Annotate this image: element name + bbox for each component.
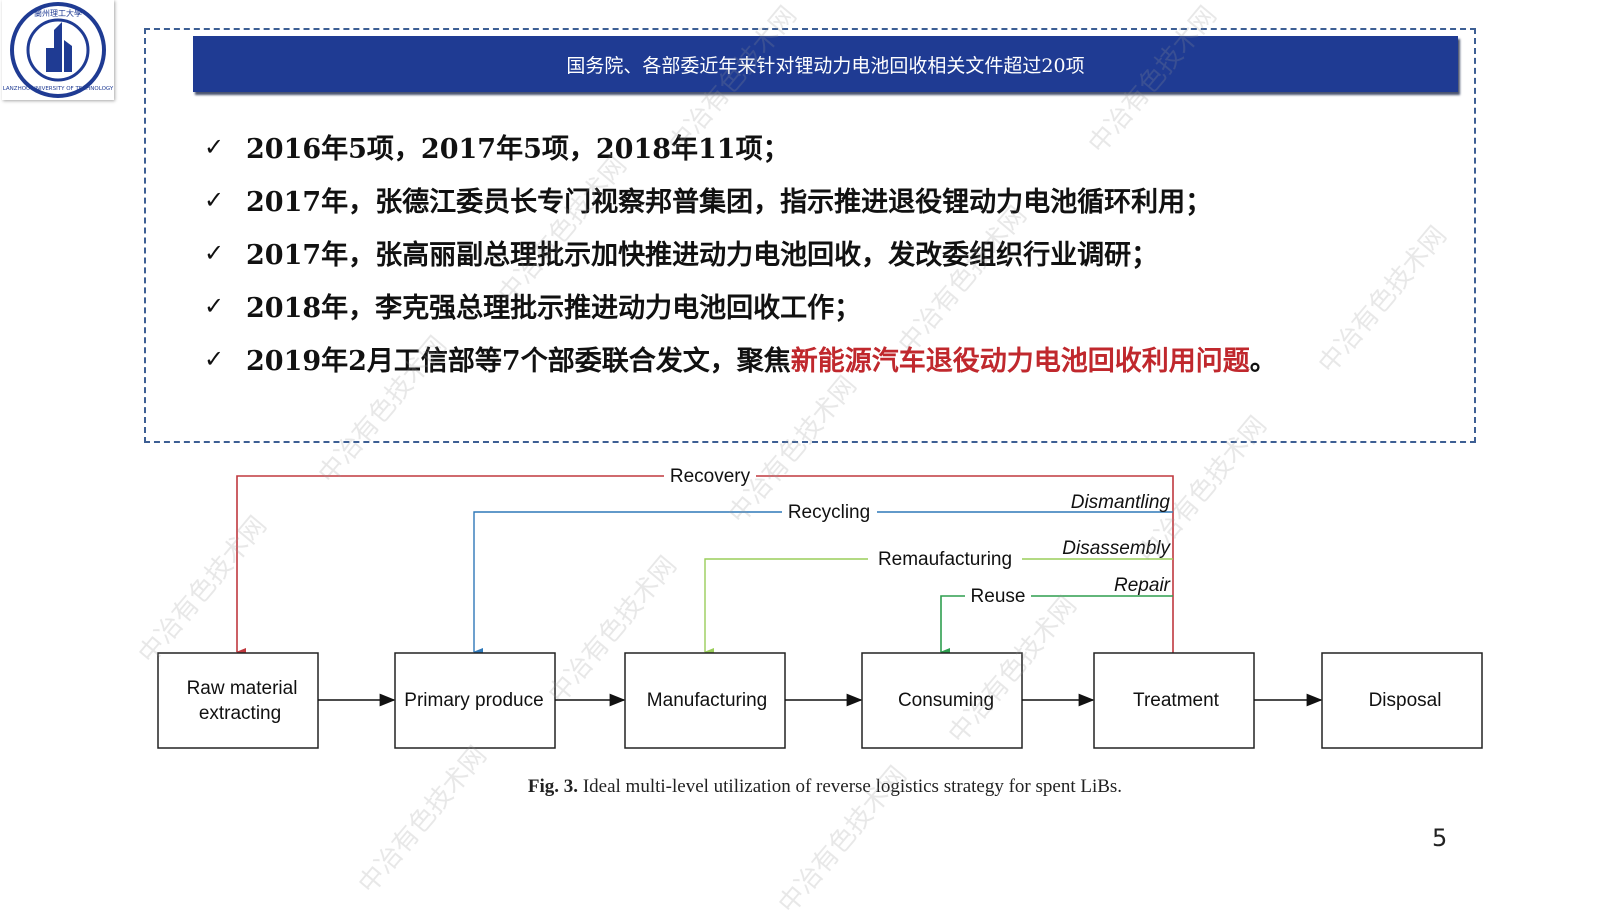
box-primary-produce: Primary produce: [394, 652, 556, 749]
svg-text:LANZHOU UNIVERSITY OF TECHNOLO: LANZHOU UNIVERSITY OF TECHNOLOGY: [3, 86, 114, 92]
figure-caption: Fig. 3. Ideal multi-level utilization of…: [0, 776, 1600, 798]
svg-text:蘭州理工大學: 蘭州理工大學: [34, 8, 82, 18]
bullet-text: 2016年5项，2017年5项，2018年11项；: [246, 134, 790, 165]
box-treatment: Treatment: [1093, 652, 1255, 749]
bullet-item: ✓ 2018年，李克强总理批示推进动力电池回收工作；: [204, 279, 1277, 332]
box-label: Consuming: [898, 690, 994, 711]
section-banner: 国务院、各部委近年来针对锂动力电池回收相关文件超过20项: [193, 36, 1458, 92]
dismantling-label: Dismantling: [1071, 492, 1171, 513]
box-label: Manufacturing: [647, 690, 767, 711]
box-label: extracting: [199, 703, 281, 724]
university-logo: 蘭州理工大學 LANZHOU UNIVERSITY OF TECHNOLOGY: [2, 0, 114, 100]
bullet-text: 2017年，张德江委员长专门视察邦普集团，指示推进退役锂动力电池循环利用；: [246, 187, 1213, 218]
caption-text: Ideal multi-level utilization of reverse…: [578, 776, 1123, 797]
box-manufacturing: Manufacturing: [624, 652, 786, 749]
box-label: Raw material: [187, 678, 298, 699]
checkmark-icon: ✓: [204, 185, 225, 214]
disassembly-label: Disassembly: [1062, 538, 1171, 559]
recycling-label: Recycling: [788, 502, 870, 523]
remanufacturing-loop-line: [704, 558, 1173, 656]
checkmark-icon: ✓: [204, 291, 225, 320]
bullet-item: ✓ 2017年，张高丽副总理批示加快推进动力电池回收，发改委组织行业调研；: [204, 226, 1277, 279]
reuse-label: Reuse: [971, 586, 1026, 607]
bullet-highlight-text: 新能源汽车退役动力电池回收利用问题: [790, 346, 1250, 377]
page-number: 5: [1432, 824, 1448, 852]
box-label: Disposal: [1369, 690, 1442, 711]
recycling-loop-line: [473, 511, 1173, 656]
logo-emblem-icon: 蘭州理工大學 LANZHOU UNIVERSITY OF TECHNOLOGY: [3, 2, 114, 98]
checkmark-icon: ✓: [204, 132, 225, 161]
bullet-item: ✓ 2017年，张德江委员长专门视察邦普集团，指示推进退役锂动力电池循环利用；: [204, 173, 1277, 226]
checkmark-icon: ✓: [204, 238, 225, 267]
box-raw-material: Raw material extracting: [157, 652, 319, 749]
banner-title: 国务院、各部委近年来针对锂动力电池回收相关文件超过20项: [566, 54, 1085, 77]
bullet-text: 2017年，张高丽副总理批示加快推进动力电池回收，发改委组织行业调研；: [246, 240, 1159, 271]
checkmark-icon: ✓: [204, 344, 225, 373]
bullet-item: ✓ 2019年2月工信部等7个部委联合发文，聚焦 新能源汽车退役动力电池回收利用问…: [204, 332, 1277, 385]
repair-label: Repair: [1114, 575, 1171, 596]
bullet-item: ✓ 2016年5项，2017年5项，2018年11项；: [204, 120, 1277, 173]
policy-bullet-list: ✓ 2016年5项，2017年5项，2018年11项； ✓ 2017年，张德江委…: [204, 120, 1277, 385]
reverse-logistics-diagram: Recovery Recycling Dismantling Remaufact…: [157, 465, 1483, 749]
bullet-text: 2018年，李克强总理批示推进动力电池回收工作；: [246, 293, 862, 324]
bullet-suffix: 。: [1249, 346, 1277, 377]
figure-number: Fig. 3.: [527, 776, 579, 797]
box-label: Primary produce: [404, 690, 543, 711]
remanufacturing-label: Remaufacturing: [878, 549, 1012, 570]
box-disposal: Disposal: [1321, 652, 1483, 749]
recovery-label: Recovery: [670, 466, 751, 487]
box-consuming: Consuming: [861, 652, 1023, 749]
box-label: Treatment: [1133, 690, 1220, 711]
bullet-text: 2019年2月工信部等7个部委联合发文，聚焦: [246, 346, 791, 377]
